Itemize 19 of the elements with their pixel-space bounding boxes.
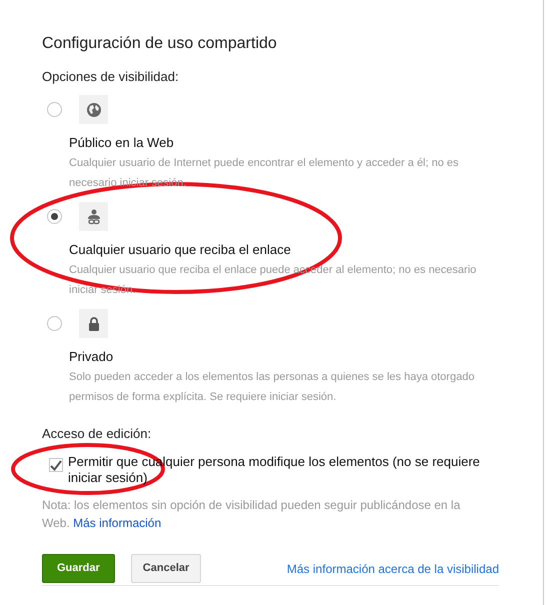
dialog-title: Configuración de uso compartido <box>42 34 278 54</box>
checkbox[interactable] <box>49 458 63 472</box>
option-title: Cualquier usuario que reciba el enlace <box>69 242 292 258</box>
option-title: Privado <box>69 349 114 365</box>
option-title: Público en la Web <box>69 135 175 151</box>
more-info-link[interactable]: Más información <box>73 516 162 530</box>
note-text: Nota: los elementos sin opción de visibilidad pueden seguir publicándose en la Web. Más información <box>42 497 462 532</box>
section-heading: Acceso de edición: <box>42 426 152 442</box>
radio-button[interactable] <box>47 102 62 117</box>
visibility-info-link[interactable]: Más información acerca de la visibilidad <box>286 560 499 578</box>
lock-icon <box>79 309 108 338</box>
person-link-icon <box>79 202 108 231</box>
option-description: Solo pueden acceder a los elementos las personas a quienes se les haya otorgado permisos de forma explícita. Se requiere iniciar sesión. <box>69 370 476 405</box>
radio-button[interactable] <box>47 316 62 331</box>
radio-button[interactable] <box>47 209 62 224</box>
cancel-button[interactable]: Cancelar <box>130 554 202 583</box>
globe-icon <box>79 95 108 124</box>
save-button[interactable]: Guardar <box>42 554 115 583</box>
section-heading: Opciones de visibilidad: <box>42 69 180 85</box>
